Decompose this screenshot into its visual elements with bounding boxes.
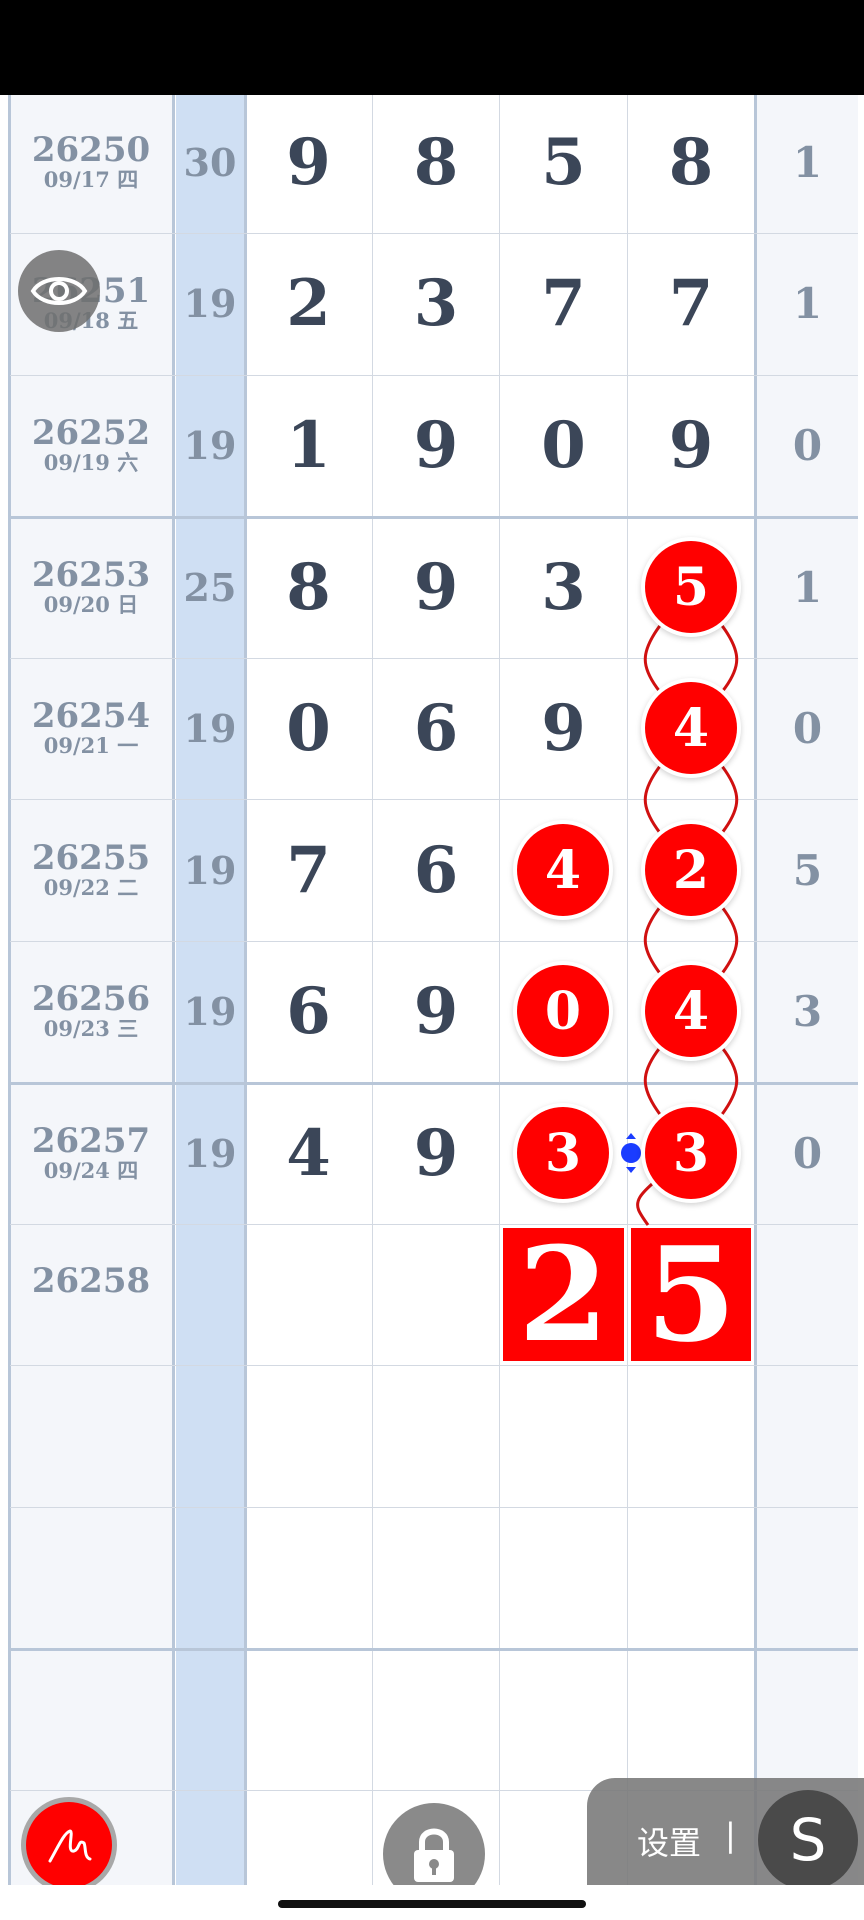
eye-icon	[30, 277, 88, 305]
home-indicator[interactable]	[278, 1900, 586, 1908]
trend-lines	[621, 586, 739, 1226]
prediction-digit-3[interactable]: 2	[503, 1218, 624, 1371]
s-menu-button[interactable]: S	[758, 1790, 858, 1890]
settings-divider: |	[725, 1816, 736, 1854]
lock-icon	[414, 1828, 454, 1882]
highlight-ball[interactable]: 2	[645, 824, 737, 916]
settings-button[interactable]: 设置	[637, 1818, 701, 1864]
s-button-label: S	[789, 1806, 827, 1874]
cursor-arrow-down-icon	[626, 1167, 636, 1173]
cursor-arrow-up-icon	[626, 1133, 636, 1139]
highlight-ball[interactable]: 3	[645, 1107, 737, 1199]
prediction-digit-4[interactable]: 5	[631, 1218, 751, 1371]
highlight-ball[interactable]: 5	[645, 541, 737, 633]
eye-toggle-button[interactable]	[18, 250, 100, 332]
highlight-ball[interactable]: 3	[517, 1107, 609, 1199]
draw-pen-button[interactable]	[26, 1802, 112, 1888]
cursor-marker[interactable]	[621, 1143, 641, 1163]
highlight-ball[interactable]: 4	[645, 682, 737, 774]
highlight-ball[interactable]: 4	[517, 824, 609, 916]
highlight-ball[interactable]: 0	[517, 965, 609, 1057]
highlight-ball[interactable]: 4	[645, 965, 737, 1057]
pen-icon	[48, 1829, 92, 1863]
